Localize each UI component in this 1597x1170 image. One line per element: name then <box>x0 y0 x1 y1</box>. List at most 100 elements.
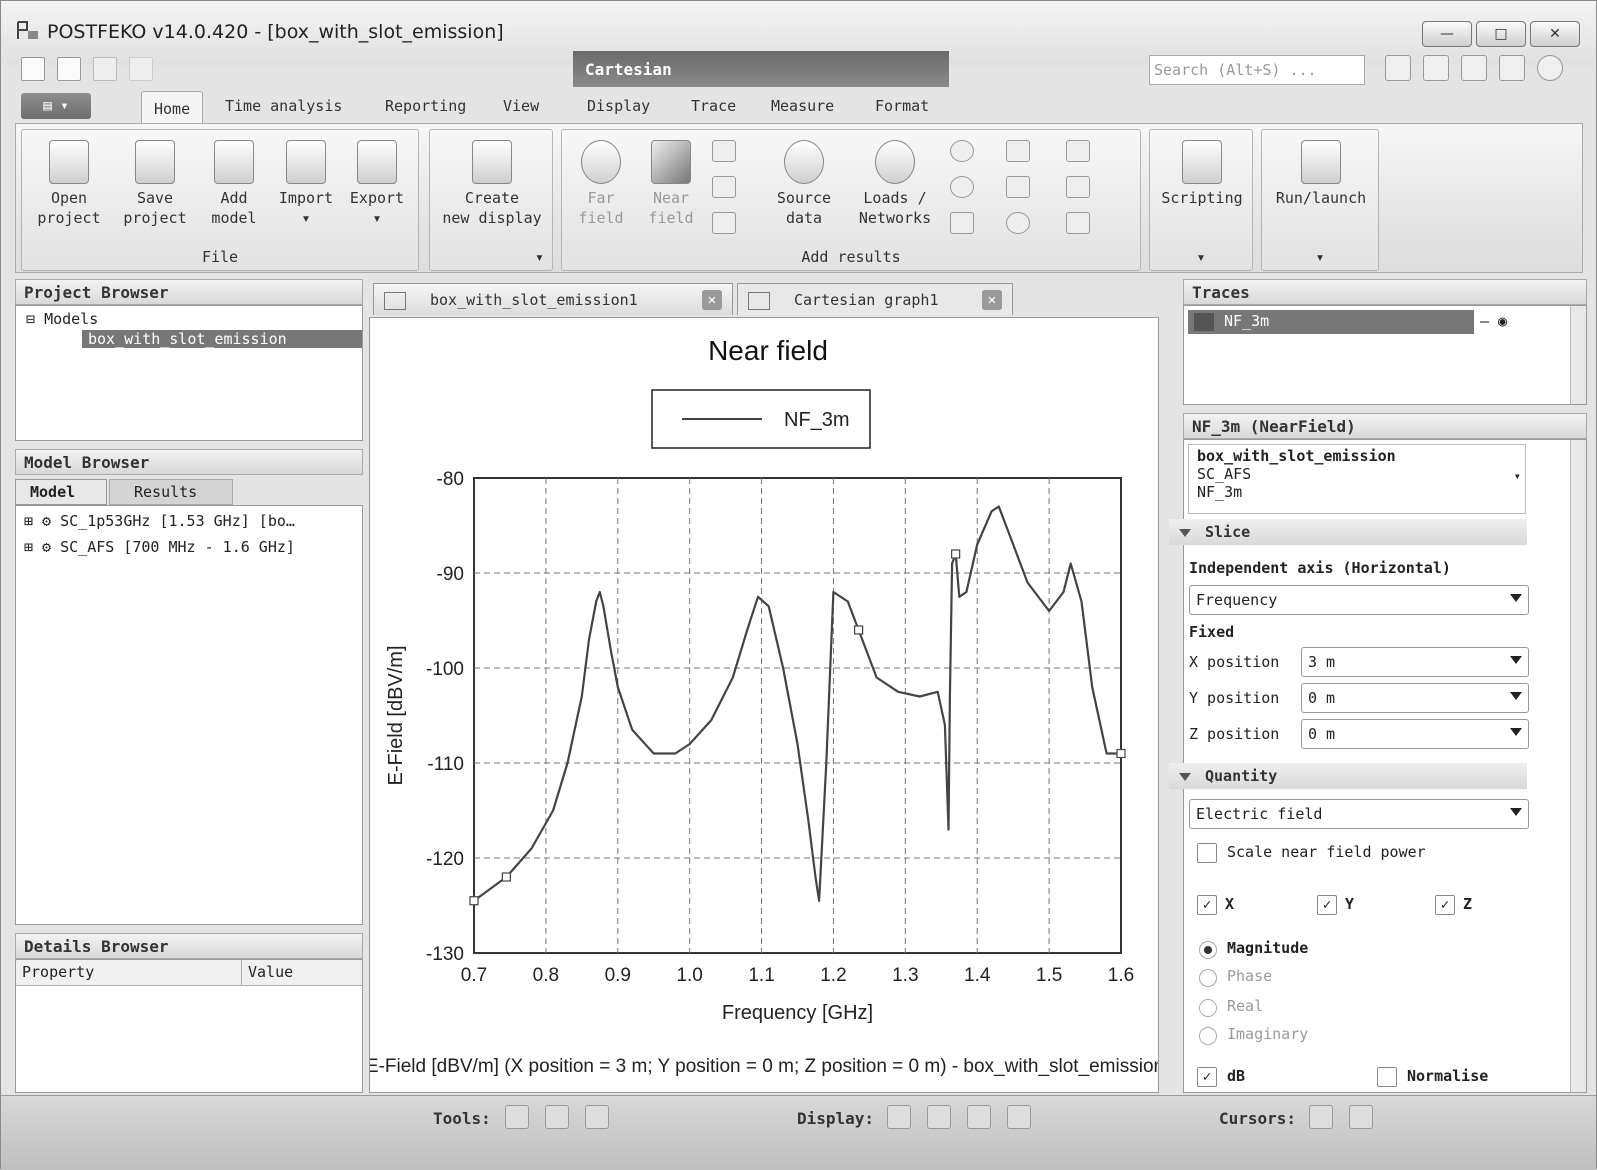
zoom-icon[interactable] <box>967 1105 991 1129</box>
visibility-eye-icon[interactable]: — ◉ <box>1480 312 1507 330</box>
real-radio[interactable] <box>1199 999 1217 1017</box>
tab-time-analysis[interactable]: Time analysis <box>225 97 342 115</box>
tab-view[interactable]: View <box>503 97 539 115</box>
tab-model[interactable]: Model <box>15 479 107 505</box>
run-launch-button[interactable]: Run/launch <box>1266 140 1376 208</box>
tab-format[interactable]: Format <box>875 97 929 115</box>
select-tool-icon[interactable] <box>505 1105 529 1129</box>
add-model-button[interactable]: Add model <box>204 140 264 228</box>
tab-home[interactable]: Home <box>141 91 204 123</box>
column-property[interactable]: Property <box>16 960 242 986</box>
scripting-dropdown[interactable]: ▾ <box>1150 248 1252 266</box>
tab-trace[interactable]: Trace <box>691 97 736 115</box>
properties-scrollbar[interactable] <box>1570 440 1586 1092</box>
point-icon[interactable] <box>1006 212 1030 234</box>
trace-item-nf3m[interactable]: NF_3m <box>1188 310 1474 334</box>
tree-item-sc-afs[interactable]: ⊞ ⚙ SC_AFS [700 MHz - 1.6 GHz] <box>24 538 295 556</box>
new-file-icon[interactable] <box>21 57 45 81</box>
column-value[interactable]: Value <box>242 960 362 986</box>
scale-near-field-checkbox[interactable] <box>1197 843 1217 863</box>
traces-header: Traces <box>1183 279 1587 305</box>
zoom-extents-icon[interactable] <box>1007 1105 1031 1129</box>
3d-view-icon <box>384 291 406 310</box>
s-params-icon[interactable] <box>712 140 736 162</box>
antenna-icon[interactable] <box>1006 176 1030 198</box>
graph-view[interactable]: Near field NF_3m 0.7 0.8 0.9 1.0 1.1 1.2 1.3 1.4 1… <box>369 317 1159 1093</box>
y-position-select[interactable]: 0 m <box>1301 683 1529 713</box>
power-icon[interactable] <box>950 176 974 198</box>
rays-icon[interactable] <box>712 212 736 234</box>
cadfeko-icon[interactable] <box>1423 55 1449 81</box>
loads-networks-button[interactable]: Loads / Networks <box>850 140 940 228</box>
minimize-button[interactable]: — <box>1422 21 1472 47</box>
near-field-chart[interactable]: Near field NF_3m 0.7 0.8 0.9 1.0 1.1 1.2 1.3 1.4 1… <box>370 318 1159 1093</box>
redo-icon[interactable] <box>129 57 153 81</box>
probe-icon[interactable] <box>950 212 974 234</box>
tab-reporting[interactable]: Reporting <box>385 97 466 115</box>
tree-item-model[interactable]: box_with_slot_emission <box>82 330 362 348</box>
tree-item-models[interactable]: ⊟ Models <box>26 310 98 328</box>
layout-icon[interactable] <box>1385 55 1411 81</box>
tree-item-sc-1p53ghz[interactable]: ⊞ ⚙ SC_1p53GHz [1.53 GHz] [bo… <box>24 512 295 530</box>
editfeko-icon[interactable] <box>1461 55 1487 81</box>
tab-cartesian-graph[interactable]: Cartesian graph1 ✕ <box>737 283 1013 315</box>
far-field-button[interactable]: Far field <box>568 140 634 228</box>
create-new-display-button[interactable]: Create new display <box>434 140 550 228</box>
rotate-icon[interactable] <box>887 1105 911 1129</box>
close-tab-graph-icon[interactable]: ✕ <box>982 290 1002 310</box>
z-component-checkbox[interactable]: ✓ <box>1435 895 1455 915</box>
scripting-button[interactable]: Scripting <box>1154 140 1250 208</box>
tab-3d-view[interactable]: box_with_slot_emission1 ✕ <box>373 283 733 315</box>
help-icon[interactable] <box>1537 55 1563 81</box>
db-checkbox[interactable]: ✓ <box>1197 1067 1217 1087</box>
quantity-select[interactable]: Electric field <box>1189 799 1529 829</box>
fixed-label: Fixed <box>1189 623 1235 641</box>
quantity-section-header[interactable]: Quantity <box>1169 763 1527 789</box>
save-project-button[interactable]: Save project <box>118 140 192 228</box>
imaginary-radio[interactable] <box>1199 1027 1217 1045</box>
slice-section-header[interactable]: Slice <box>1169 519 1527 545</box>
s-param-icon[interactable] <box>950 140 974 162</box>
postfeko-app-icon <box>17 21 38 39</box>
close-tab-3d-icon[interactable]: ✕ <box>702 290 722 310</box>
independent-axis-select[interactable]: Frequency <box>1189 585 1529 615</box>
source-data-button[interactable]: Source data <box>762 140 846 228</box>
application-menu-button[interactable]: ▤ ▾ <box>21 93 91 119</box>
measure-tool-icon[interactable] <box>585 1105 609 1129</box>
display-group-launcher[interactable]: ▾ <box>430 248 552 266</box>
open-project-button[interactable]: Open project <box>32 140 106 228</box>
run-dropdown[interactable]: ▾ <box>1262 248 1378 266</box>
normalise-checkbox[interactable] <box>1377 1067 1397 1087</box>
search-input[interactable]: Search (Alt+S) ... <box>1149 55 1365 85</box>
x-component-checkbox[interactable]: ✓ <box>1197 895 1217 915</box>
chevron-down-icon <box>1510 728 1522 736</box>
tab-display[interactable]: Display <box>587 97 650 115</box>
source-dropdown-icon[interactable]: ▾ <box>1514 469 1521 483</box>
tab-results[interactable]: Results <box>109 479 233 505</box>
magnitude-radio[interactable] <box>1199 941 1217 959</box>
receiver-icon[interactable] <box>1006 140 1030 162</box>
pan-tool-icon[interactable] <box>545 1105 569 1129</box>
x-position-select[interactable]: 3 m <box>1301 647 1529 677</box>
currents-icon[interactable] <box>712 176 736 198</box>
save-icon[interactable] <box>57 57 81 81</box>
tab-measure[interactable]: Measure <box>771 97 834 115</box>
phase-radio[interactable] <box>1199 969 1217 987</box>
undo-icon[interactable] <box>93 57 117 81</box>
cable-icon[interactable] <box>1066 140 1090 162</box>
coupling-icon[interactable] <box>1066 176 1090 198</box>
maximize-button[interactable]: □ <box>1476 21 1526 47</box>
import-button[interactable]: Import ▾ <box>274 140 338 228</box>
z-position-select[interactable]: 0 m <box>1301 719 1529 749</box>
cursor-icon[interactable] <box>1309 1105 1333 1129</box>
import-results-icon[interactable] <box>1066 212 1090 234</box>
close-button[interactable]: ✕ <box>1530 21 1580 47</box>
annotation-icon[interactable] <box>1349 1105 1373 1129</box>
export-button[interactable]: Export ▾ <box>344 140 410 228</box>
near-field-button[interactable]: Near field <box>638 140 704 228</box>
source-list[interactable]: box_with_slot_emission SC_AFS NF_3m ▾ <box>1188 444 1526 514</box>
move-icon[interactable] <box>927 1105 951 1129</box>
y-component-checkbox[interactable]: ✓ <box>1317 895 1337 915</box>
traces-scrollbar[interactable] <box>1570 306 1586 404</box>
settings-icon[interactable] <box>1499 55 1525 81</box>
